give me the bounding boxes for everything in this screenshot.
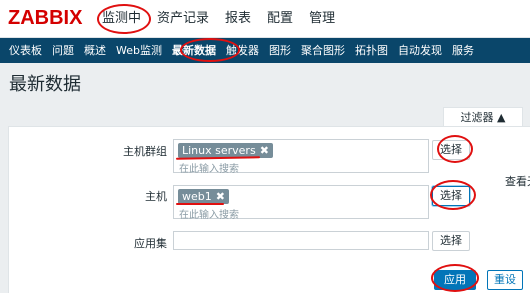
page-title: 最新数据 [9,74,81,95]
remove-tag-icon[interactable]: ✖ [216,190,225,203]
filter-tab[interactable]: 过滤器 ▲ [443,107,523,127]
application-label: 应用集 [134,237,167,250]
sub-menu-overview[interactable]: 概述 [79,38,111,63]
sub-menu-screens[interactable]: 聚合图形 [296,38,350,63]
host-tag: web1 ✖ [178,189,229,204]
reset-button[interactable]: 重设 [487,270,523,290]
annotation-underline-host [176,203,224,205]
sub-menu-discovery[interactable]: 自动发现 [393,38,447,63]
hosts-label: 主机 [145,190,167,203]
host-tag-label: web1 [182,190,212,203]
annotation-circle-select-hosts [430,180,476,210]
sub-menu: 仪表板 问题 概述 Web监测 最新数据 触发器 图形 聚合图形 拓扑图 自动发… [0,38,530,63]
annotation-circle-monitoring [97,4,151,34]
top-bar: ZABBIX 监测中 资产记录 报表 配置 管理 [0,0,530,38]
hosts-multiselect[interactable]: web1 ✖ 在此输入搜索 [173,185,429,221]
main-menu-configuration[interactable]: 配置 [267,0,293,38]
sub-menu-graphs[interactable]: 图形 [264,38,296,63]
sub-menu-problems[interactable]: 问题 [47,38,79,63]
application-input[interactable] [173,231,429,250]
host-group-tag-label: Linux servers [182,144,256,157]
annotation-circle-latest-data [180,38,240,62]
sub-menu-services[interactable]: 服务 [447,38,479,63]
sub-menu-web[interactable]: Web监测 [111,38,167,63]
annotation-circle-apply [431,264,479,292]
main-menu-inventory[interactable]: 资产记录 [157,0,209,38]
host-groups-search-input[interactable]: 在此输入搜索 [179,160,239,175]
hosts-search-input[interactable]: 在此输入搜索 [179,206,239,221]
host-groups-multiselect[interactable]: Linux servers ✖ 在此输入搜索 [173,139,429,175]
host-groups-label: 主机群组 [123,145,167,158]
zabbix-logo[interactable]: ZABBIX [8,7,82,29]
show-details-label: 查看无 [505,175,530,188]
sub-menu-maps[interactable]: 拓扑图 [350,38,393,63]
main-menu-reports[interactable]: 报表 [225,0,251,38]
application-select-button[interactable]: 选择 [432,231,470,251]
remove-tag-icon[interactable]: ✖ [260,144,269,157]
sub-menu-dashboard[interactable]: 仪表板 [4,38,47,63]
annotation-circle-select-groups [437,135,473,163]
main-menu-administration[interactable]: 管理 [309,0,335,38]
